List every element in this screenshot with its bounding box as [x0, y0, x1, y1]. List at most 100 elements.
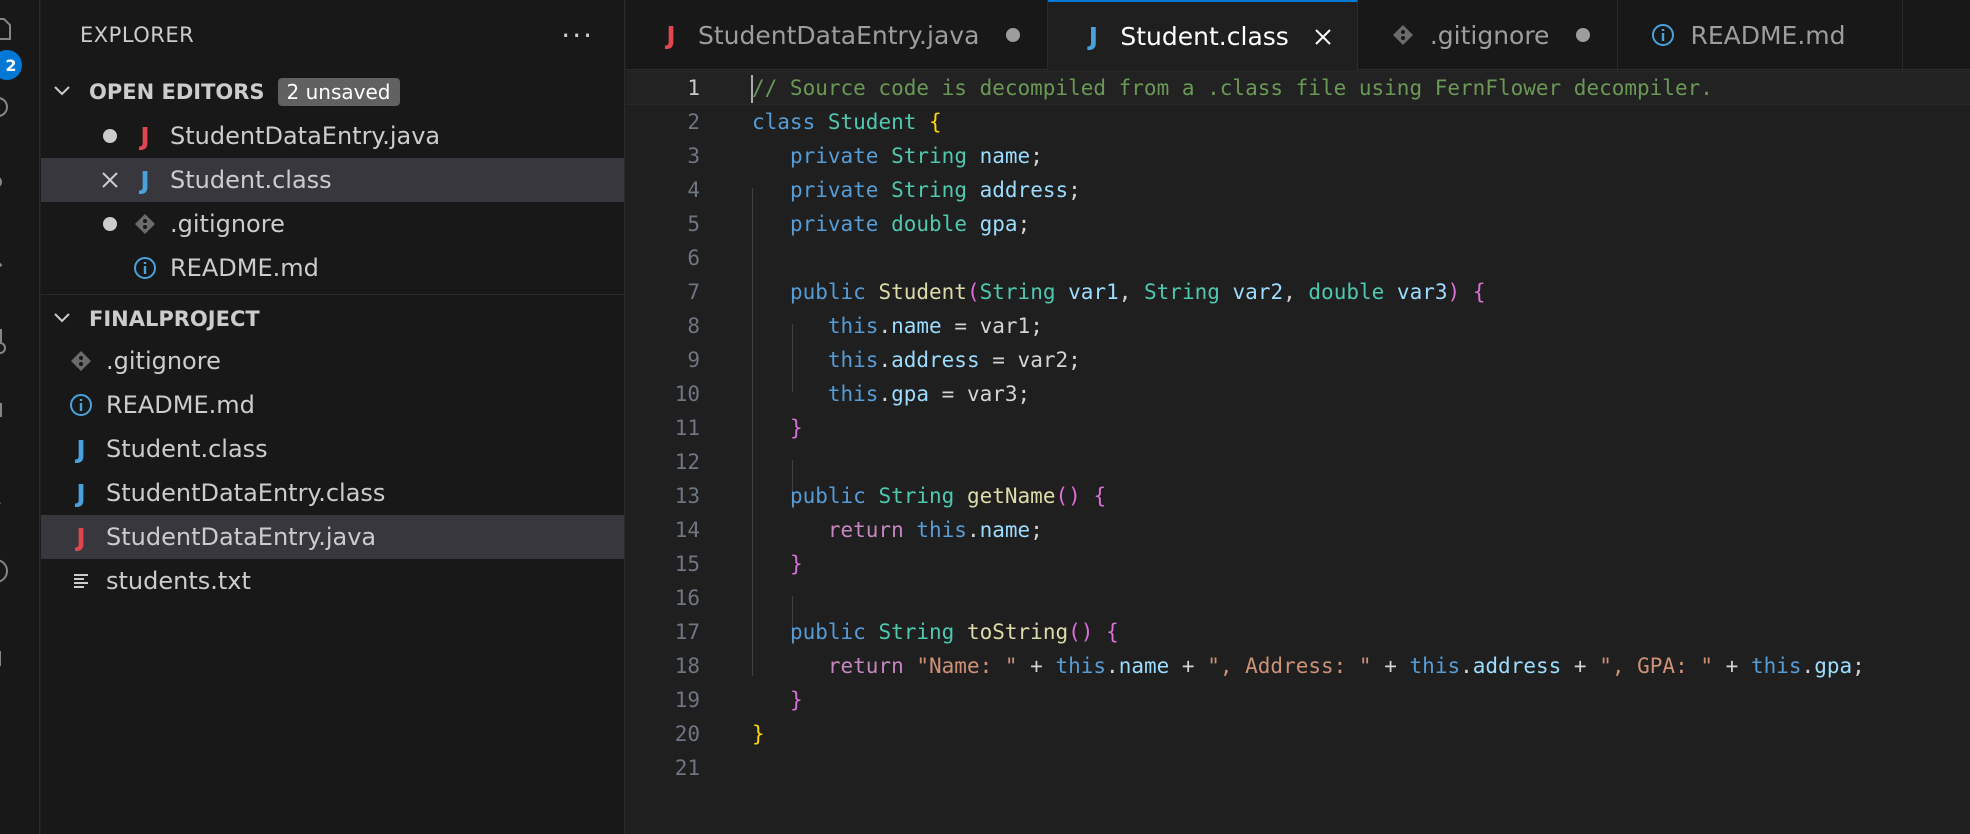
unsaved-dot-icon[interactable] — [96, 217, 124, 231]
file-tree-item[interactable]: J Student.class — [41, 427, 624, 471]
tab-studentdataentry-java[interactable]: J StudentDataEntry.java — [626, 0, 1049, 70]
line-number: 4 — [687, 178, 700, 202]
github-icon[interactable] — [0, 558, 14, 584]
line-number: 15 — [674, 552, 700, 576]
open-editor-label: StudentDataEntry.java — [170, 122, 441, 150]
line-code: return this.name; — [827, 518, 1043, 542]
file-tree-item[interactable]: J StudentDataEntry.class — [41, 471, 624, 515]
line-number: 5 — [687, 212, 700, 236]
line-code: public Student(String var1, String var2,… — [789, 280, 1486, 304]
testing-icon[interactable] — [0, 480, 14, 506]
close-icon[interactable] — [1311, 27, 1335, 47]
section-divider — [41, 294, 624, 295]
line-number: 7 — [687, 280, 700, 304]
chevron-down-icon — [51, 80, 75, 104]
project-label: FINALPROJECT — [89, 307, 260, 331]
line-number: 3 — [687, 144, 700, 168]
file-tree-item[interactable]: students.txt — [41, 559, 624, 603]
unsaved-dot-icon[interactable] — [1571, 28, 1595, 42]
explorer-badge: 2 — [0, 50, 22, 80]
line-number: 17 — [674, 620, 700, 644]
more-actions-button[interactable]: ··· — [561, 19, 594, 52]
open-editor-item[interactable]: J StudentDataEntry.java — [41, 114, 624, 158]
line-number: 11 — [674, 416, 700, 440]
line-code: } — [789, 688, 803, 712]
info-icon — [130, 256, 160, 280]
line-number: 9 — [687, 348, 700, 372]
code-line: 8 this.name = var1; — [626, 309, 1970, 343]
run-debug-icon[interactable] — [0, 252, 14, 278]
java-class-icon: J — [76, 478, 86, 508]
java-class-icon: J — [1088, 22, 1099, 51]
code-line: 4 private String address; — [626, 173, 1970, 207]
tab-student-class[interactable]: J Student.class — [1048, 0, 1358, 71]
files-icon[interactable] — [0, 16, 14, 42]
open-editor-item[interactable]: J Student.class — [41, 158, 624, 202]
file-label: StudentDataEntry.class — [106, 479, 386, 507]
explorer-sidebar: EXPLORER ··· OPEN EDITORS 2 unsaved J St… — [41, 0, 625, 834]
java-class-icon: J — [140, 165, 150, 195]
line-number: 18 — [674, 654, 700, 678]
tab-readme[interactable]: README.md — [1618, 0, 1903, 70]
extensions-icon[interactable] — [0, 402, 14, 428]
close-icon[interactable] — [96, 170, 124, 190]
code-line: 12 — [626, 445, 1970, 479]
java-icon: J — [140, 121, 150, 151]
code-line: 2 class Student { — [626, 105, 1970, 139]
code-line: 1 // Source code is decompiled from a .c… — [626, 71, 1970, 105]
tab-gitignore[interactable]: .gitignore — [1358, 0, 1619, 70]
code-line: 3 private String name; — [626, 139, 1970, 173]
code-line: 9 this.address = var2; — [626, 343, 1970, 377]
remote-explorer-icon[interactable] — [0, 328, 14, 354]
code-line: 13 public String getName() { — [626, 479, 1970, 513]
line-number: 16 — [674, 586, 700, 610]
code-line: 21 — [626, 751, 1970, 785]
line-code: class Student { — [752, 110, 942, 134]
file-label: StudentDataEntry.java — [106, 523, 377, 551]
search-icon[interactable] — [0, 96, 14, 122]
line-code: this.address = var2; — [827, 348, 1081, 372]
code-line: 19 } — [626, 683, 1970, 717]
code-editor[interactable]: 1 // Source code is decompiled from a .c… — [626, 71, 1970, 834]
open-editor-item[interactable]: .gitignore — [41, 202, 624, 246]
code-line: 6 — [626, 241, 1970, 275]
code-line: 15 } — [626, 547, 1970, 581]
unsaved-dot-icon[interactable] — [1001, 28, 1025, 42]
file-tree-item[interactable]: J StudentDataEntry.java — [41, 515, 624, 559]
file-label: Student.class — [106, 435, 268, 463]
java-icon: J — [666, 20, 676, 50]
chevron-down-icon — [51, 307, 75, 331]
line-code: private String address; — [789, 178, 1081, 202]
project-header[interactable]: FINALPROJECT — [41, 299, 624, 339]
file-label: README.md — [106, 391, 255, 419]
line-code: this.name = var1; — [827, 314, 1043, 338]
file-label: students.txt — [106, 567, 251, 595]
code-line: 18 return "Name: " + this.name + ", Addr… — [626, 649, 1970, 683]
line-number: 12 — [674, 450, 700, 474]
unsaved-dot-icon[interactable] — [96, 129, 124, 143]
open-editor-item[interactable]: README.md — [41, 246, 624, 290]
line-number: 20 — [674, 722, 700, 746]
code-line: 5 private double gpa; — [626, 207, 1970, 241]
line-number: 13 — [674, 484, 700, 508]
tab-label: .gitignore — [1429, 20, 1550, 50]
activity-bar: 2 — [0, 0, 40, 834]
line-code: } — [789, 416, 803, 440]
info-icon — [1648, 23, 1678, 47]
code-line: 20 } — [626, 717, 1970, 751]
tab-label: StudentDataEntry.java — [698, 20, 980, 50]
info-icon — [66, 393, 96, 417]
code-line: 16 — [626, 581, 1970, 615]
file-label: .gitignore — [106, 347, 221, 375]
file-tree-item[interactable]: .gitignore — [41, 339, 624, 383]
git-icon — [66, 350, 96, 372]
open-editors-header[interactable]: OPEN EDITORS 2 unsaved — [41, 70, 624, 114]
accounts-icon[interactable] — [0, 650, 14, 676]
line-code: } — [752, 722, 765, 746]
source-control-icon[interactable] — [0, 174, 14, 200]
file-tree-item[interactable]: README.md — [41, 383, 624, 427]
line-number: 19 — [674, 688, 700, 712]
explorer-title: EXPLORER — [80, 23, 195, 47]
open-editor-label: .gitignore — [170, 210, 285, 238]
line-number: 6 — [687, 246, 700, 270]
